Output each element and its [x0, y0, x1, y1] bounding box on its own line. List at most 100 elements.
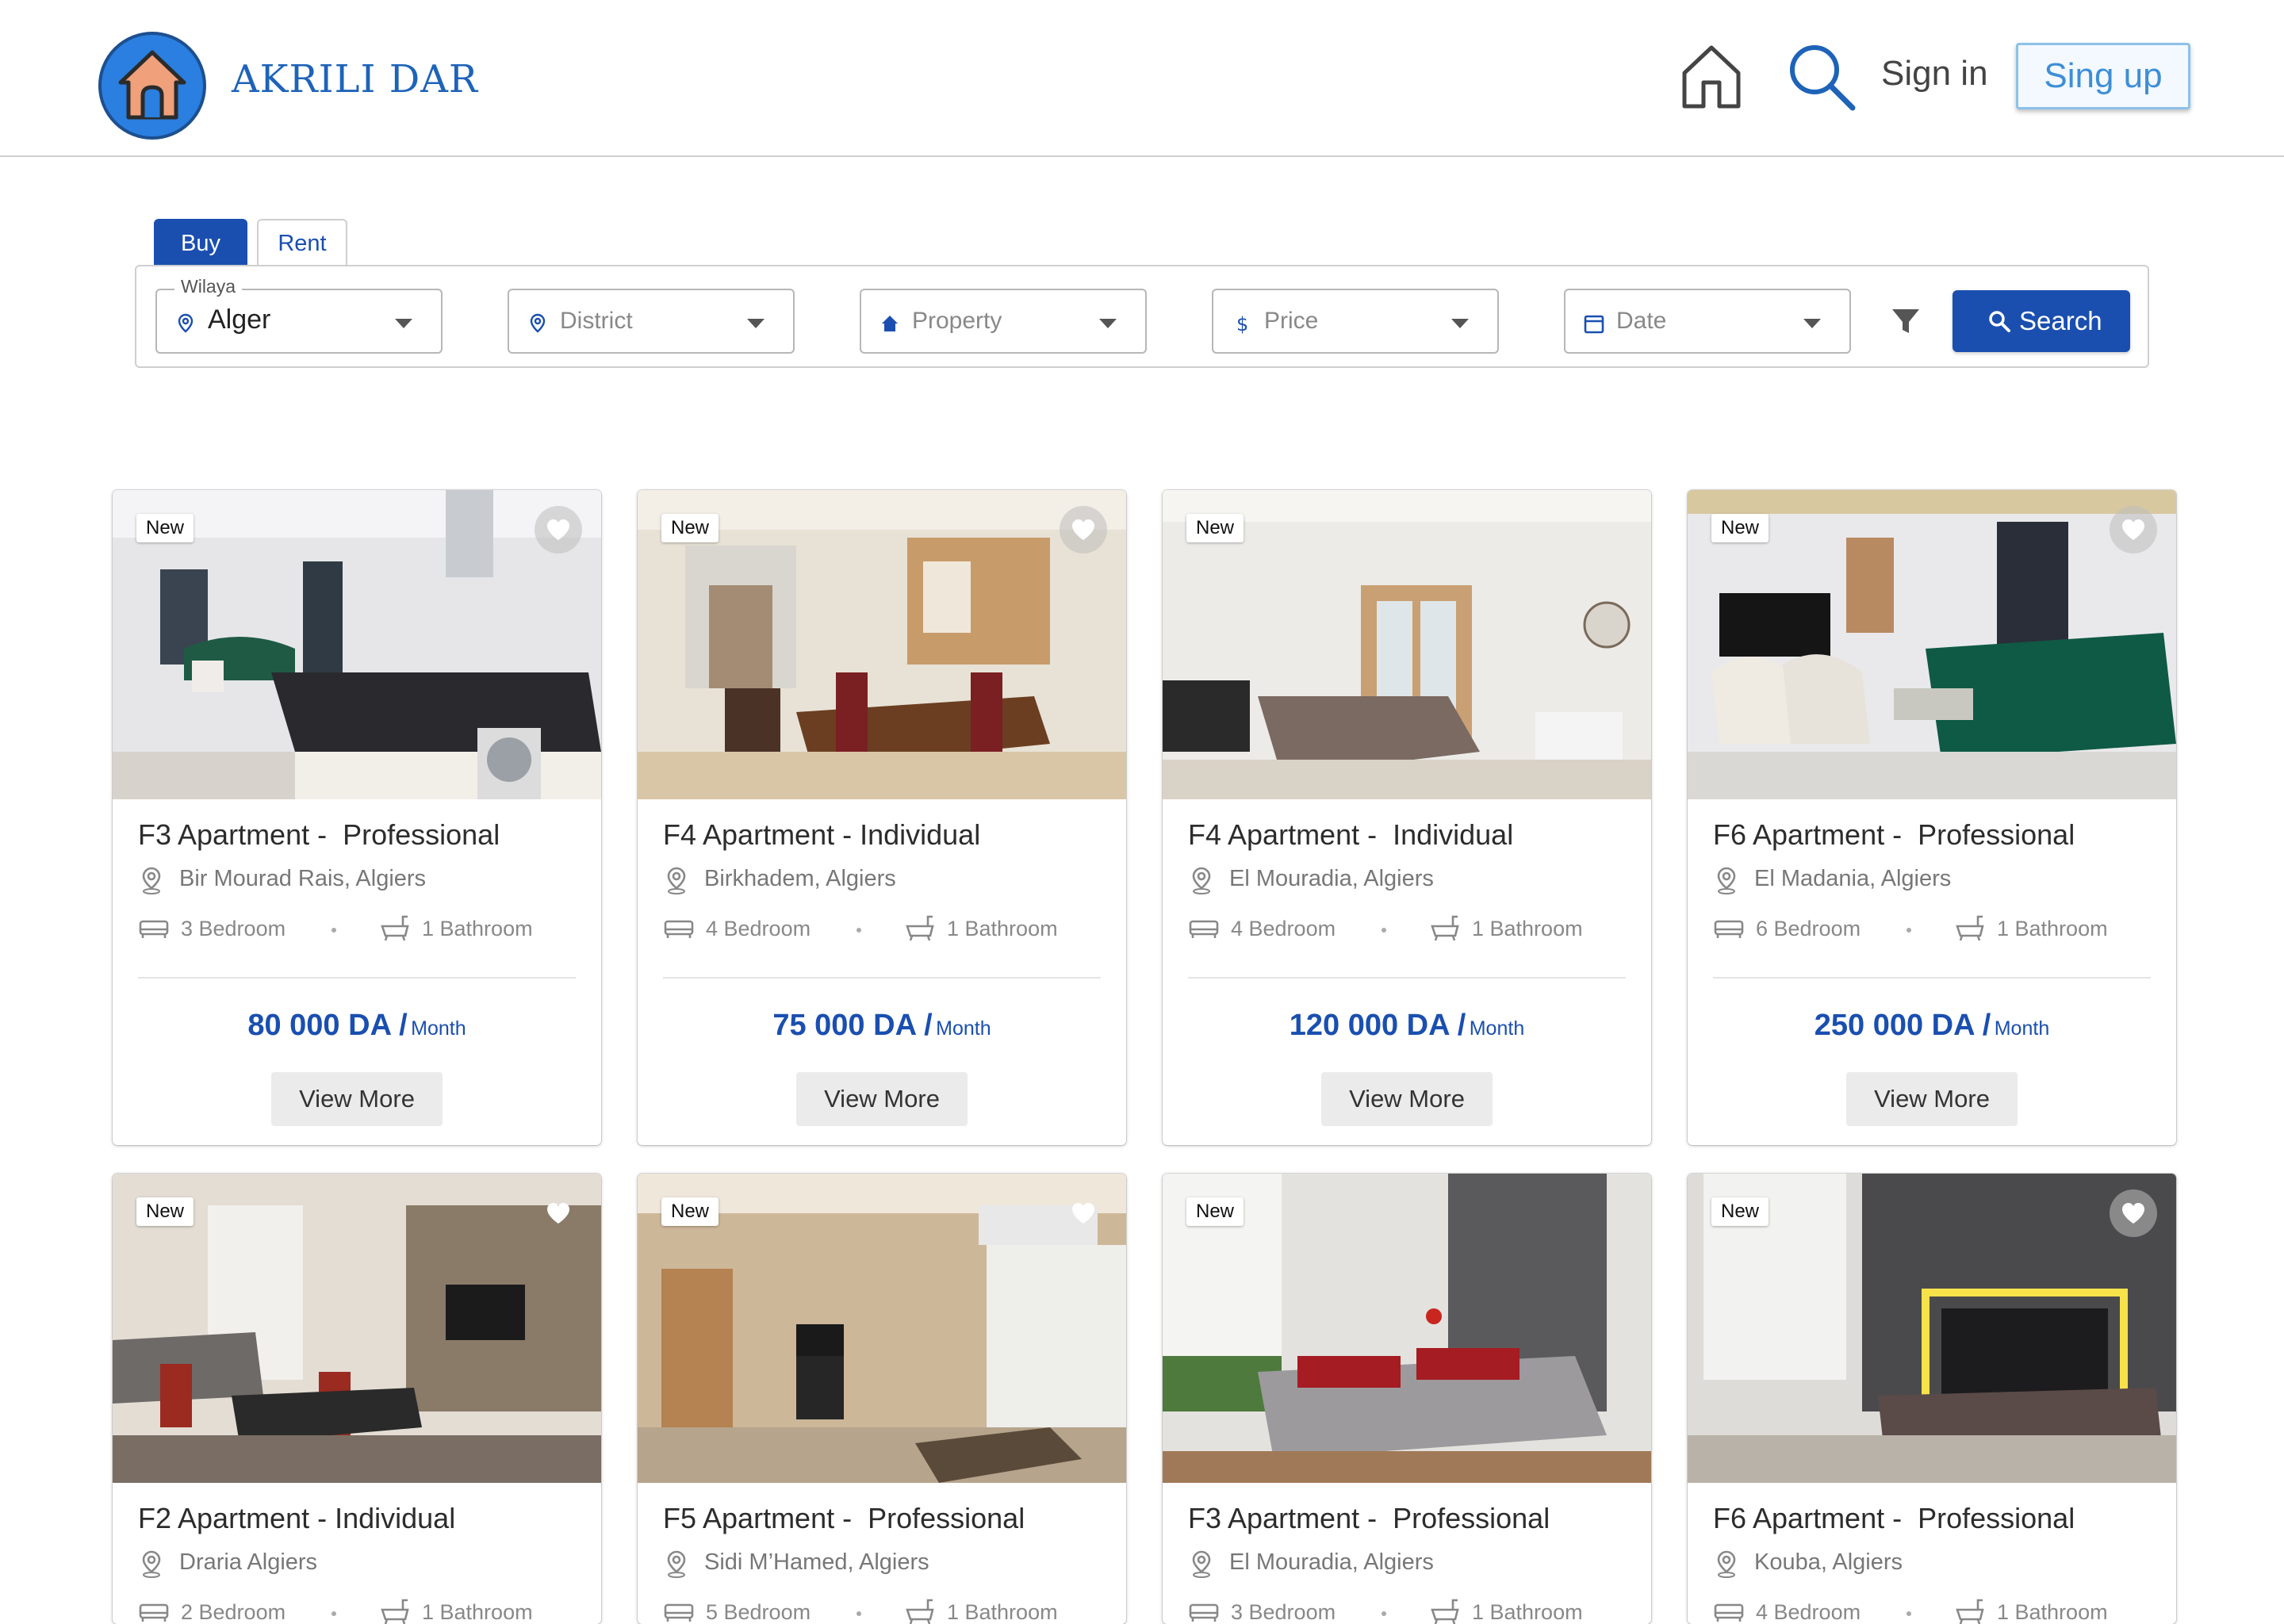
card-divider [1188, 977, 1626, 979]
filter-icon[interactable] [1889, 304, 1922, 338]
listing-location-text: El Madania, Algiers [1754, 866, 1952, 891]
new-badge: New [1186, 514, 1244, 542]
bathroom-count: 1 Bathroom [947, 1600, 1058, 1624]
bedroom-count: 2 Bedroom [181, 1600, 286, 1624]
location-pin-icon [667, 1550, 686, 1578]
chevron-down-icon [1099, 319, 1117, 328]
view-more-button[interactable]: View More [1846, 1072, 2018, 1126]
listing-photo[interactable]: New [1688, 1174, 2176, 1483]
bed-icon [139, 1603, 169, 1622]
card-divider [663, 977, 1101, 979]
home-icon[interactable] [1680, 43, 1743, 109]
district-select[interactable]: District [508, 289, 795, 354]
favorite-heart-icon[interactable] [1060, 1189, 1107, 1237]
location-pin-icon [667, 867, 686, 894]
view-more-button[interactable]: View More [271, 1072, 443, 1126]
separator-dot [1907, 928, 1911, 933]
search-button[interactable]: Search [1953, 290, 2130, 352]
svg-text:$: $ [1236, 313, 1248, 335]
new-badge: New [1711, 514, 1769, 542]
listing-card[interactable]: New F4 Apartment - Individual Birkhadem,… [638, 490, 1126, 1145]
listing-photo[interactable]: New [113, 1174, 601, 1483]
listing-title[interactable]: F6 Apartment - Professional [1713, 1502, 2075, 1535]
listing-features: 6 Bedroom 1 Bathroom [1713, 914, 2157, 945]
view-more-button[interactable]: View More [1321, 1072, 1493, 1126]
tab-buy[interactable]: Buy [154, 219, 247, 265]
bathtub-icon [906, 1599, 934, 1624]
date-placeholder: Date [1616, 308, 1667, 334]
favorite-heart-icon[interactable] [2110, 1189, 2157, 1237]
bed-icon [1189, 920, 1219, 938]
listing-title[interactable]: F4 Apartment - Individual [663, 818, 980, 852]
listing-card[interactable]: New F5 Apartment - Professional Sidi M’H… [638, 1174, 1126, 1624]
brand-name[interactable]: AKRILI DAR [232, 57, 478, 102]
listing-card[interactable]: New F3 Apartment - Professional El Moura… [1163, 1174, 1651, 1624]
sign-up-button[interactable]: Sing up [2016, 43, 2190, 109]
listing-title[interactable]: F2 Apartment - Individual [138, 1502, 455, 1535]
wilaya-select[interactable]: Wilaya Alger [155, 276, 443, 354]
listing-photo[interactable]: New [1163, 1174, 1651, 1483]
bathroom-count: 1 Bathroom [1997, 917, 2108, 940]
listing-card[interactable]: New F2 Apartment - Individual Draria Alg… [113, 1174, 601, 1624]
tab-rent[interactable]: Rent [257, 219, 347, 265]
listing-features: 5 Bedroom 1 Bathroom [663, 1597, 1107, 1624]
bathroom-count: 1 Bathroom [1472, 1600, 1583, 1624]
bed-icon [664, 920, 694, 938]
new-badge: New [136, 1197, 194, 1226]
listing-title[interactable]: F5 Apartment - Professional [663, 1502, 1025, 1535]
chevron-down-icon [747, 319, 765, 328]
favorite-heart-icon[interactable] [1060, 506, 1107, 553]
new-badge: New [661, 1197, 719, 1226]
search-icon [1989, 311, 2010, 332]
sign-in-link[interactable]: Sign in [1881, 54, 1988, 94]
search-filter-bar: Wilaya Alger District Property $ Price D… [135, 265, 2149, 368]
date-select[interactable]: Date [1564, 289, 1851, 354]
search-icon[interactable] [1786, 41, 1857, 113]
listing-card[interactable]: New F6 Apartment - Professional El Madan… [1688, 490, 2176, 1145]
bathroom-count: 1 Bathroom [947, 917, 1058, 940]
bathroom-count: 1 Bathroom [1997, 1600, 2108, 1624]
listing-title[interactable]: F4 Apartment - Individual [1188, 818, 1513, 852]
listing-location-text: El Mouradia, Algiers [1229, 1549, 1434, 1575]
view-more-button[interactable]: View More [796, 1072, 968, 1126]
listing-title[interactable]: F3 Apartment - Professional [138, 818, 500, 852]
card-divider [138, 977, 576, 979]
listing-card[interactable]: New F6 Apartment - Professional Kouba, A… [1688, 1174, 2176, 1624]
listing-photo[interactable]: New [1688, 490, 2176, 799]
listing-card[interactable]: New F4 Apartment - Individual El Mouradi… [1163, 490, 1651, 1145]
separator-dot [331, 928, 336, 933]
listing-photo[interactable]: New [638, 490, 1126, 799]
favorite-heart-icon[interactable] [535, 506, 582, 553]
listing-features: 2 Bedroom 1 Bathroom [138, 1597, 582, 1624]
price-amount: 80 000 DA / [247, 1009, 408, 1042]
listing-photo[interactable]: New [638, 1174, 1126, 1483]
listing-title[interactable]: F6 Apartment - Professional [1713, 818, 2075, 852]
listing-location-text: El Mouradia, Algiers [1229, 866, 1434, 891]
price-select[interactable]: $ Price [1212, 289, 1499, 354]
listing-photo[interactable]: New [113, 490, 601, 799]
bathtub-icon [1431, 1599, 1459, 1624]
search-button-label: Search [2019, 306, 2102, 335]
listing-features: 4 Bedroom 1 Bathroom [1188, 914, 1632, 945]
property-select[interactable]: Property [860, 289, 1147, 354]
bathtub-icon [906, 915, 934, 941]
price-amount: 250 000 DA / [1814, 1009, 1991, 1042]
calendar-icon [1584, 315, 1604, 334]
listing-title[interactable]: F3 Apartment - Professional [1188, 1502, 1550, 1535]
bathtub-icon [1431, 915, 1459, 941]
favorite-heart-icon[interactable] [535, 1189, 582, 1237]
card-divider [1713, 977, 2151, 979]
new-badge: New [661, 514, 719, 542]
price-amount: 120 000 DA / [1289, 1009, 1466, 1042]
listing-location-text: Kouba, Algiers [1754, 1549, 1903, 1575]
bathtub-icon [381, 915, 409, 941]
wilaya-value: Alger [208, 304, 271, 335]
logo-house-icon[interactable] [98, 32, 206, 140]
favorite-heart-icon[interactable] [2110, 506, 2157, 553]
listing-photo[interactable]: New [1163, 490, 1651, 799]
bed-icon [1714, 1603, 1744, 1622]
listing-card[interactable]: New F3 Apartment - Professional Bir Mour… [113, 490, 601, 1145]
location-pin-icon [1192, 1550, 1211, 1578]
listing-features: 4 Bedroom 1 Bathroom [1713, 1597, 2157, 1624]
district-placeholder: District [560, 308, 633, 334]
